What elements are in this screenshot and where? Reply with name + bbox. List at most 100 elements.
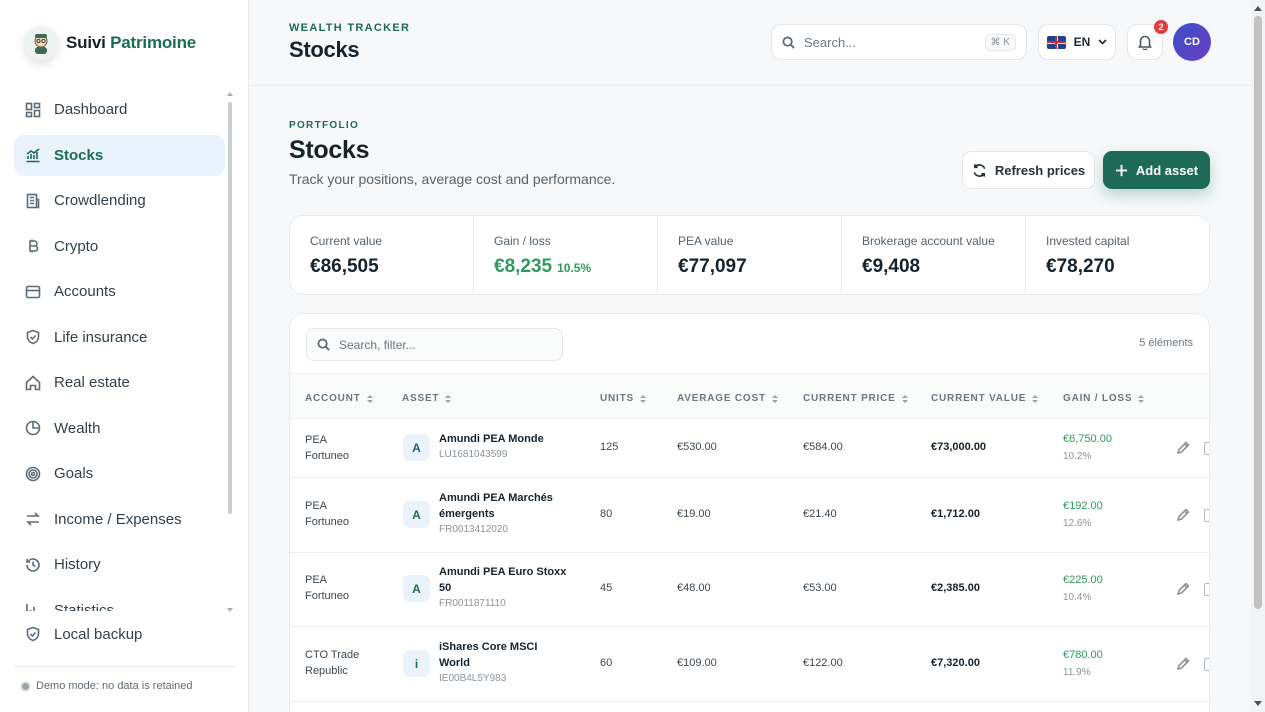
units-cell: 125 [600, 441, 619, 453]
refresh-prices-button[interactable]: Refresh prices [962, 151, 1095, 189]
sidebar-item-income-expenses[interactable]: Income / Expenses [14, 499, 225, 540]
sidebar-item-stocks[interactable]: Stocks [14, 134, 225, 176]
sidebar-item-crowdlending[interactable]: Crowdlending [14, 180, 225, 221]
sidebar-item-life-insurance[interactable]: Life insurance [14, 317, 225, 358]
sidebar-item-real-estate[interactable]: Real estate [14, 362, 225, 403]
edit-row-button[interactable] [1176, 508, 1190, 522]
table-row[interactable]: PEA Fortuneo A Amundi PEA Monde LU16810435… [290, 419, 1209, 478]
stat-label: Current value [310, 234, 383, 248]
avatar[interactable]: CD [1173, 23, 1211, 61]
sidebar-item-dashboard[interactable]: Dashboard [14, 89, 225, 130]
header-eyebrow: WEALTH TRACKER [289, 22, 411, 34]
table-row[interactable]: PEA Fortuneo A Amundi PEA Marchés émergent… [290, 478, 1209, 553]
account-cell: PEA Fortuneo [305, 572, 349, 604]
asset-initial-badge: A [403, 575, 430, 602]
column-header-current-price[interactable]: CURRENT PRICE [803, 393, 908, 404]
units-cell: 80 [600, 508, 613, 520]
stat-value: €78,270 [1046, 256, 1115, 277]
language-code: EN [1073, 35, 1091, 49]
edit-row-button[interactable] [1176, 582, 1190, 596]
bell-icon [1138, 35, 1152, 50]
sidebar-item-crypto[interactable]: Crypto [14, 226, 225, 267]
table-filter-input[interactable]: Search, filter... [306, 328, 563, 361]
search-icon [782, 35, 795, 49]
pencil-icon [1176, 657, 1190, 671]
search-placeholder: Search... [804, 34, 857, 50]
sidebar-item-label: Crowdlending [54, 192, 146, 209]
stat-percent: 10.5% [557, 261, 592, 275]
asset-isin: IE00B4L5Y983 [439, 673, 507, 684]
scroll-down-arrow-icon[interactable] [227, 608, 233, 612]
gain-percent: 12.6% [1063, 518, 1092, 529]
local-backup-button[interactable]: Local backup [14, 613, 225, 654]
stat-label: Invested capital [1046, 234, 1130, 248]
gain-amount: €780.00 [1063, 649, 1103, 661]
brand[interactable]: Suivi Patrimoine [24, 26, 196, 60]
language-selector[interactable]: EN [1038, 24, 1116, 60]
column-header-asset[interactable]: ASSET [402, 393, 452, 404]
account-name: PEA [305, 434, 328, 446]
column-header-units[interactable]: UNITS [600, 393, 646, 404]
account-broker: Republic [305, 665, 348, 677]
gain-cell: €192.00 12.6% [1063, 498, 1103, 532]
table-row[interactable]: CTO Trade Republic i iShares Core MSCI Wor… [290, 627, 1209, 702]
sidebar-item-label: Accounts [54, 283, 116, 300]
asset-cell: iShares Core MSCI World IE00B4L5Y983 [439, 639, 537, 687]
stat-label: PEA value [678, 234, 734, 248]
page-scrollbar[interactable] [1251, 0, 1265, 712]
scroll-up-arrow-icon[interactable] [1254, 6, 1262, 11]
sidebar-item-history[interactable]: History [14, 544, 225, 585]
column-header-account[interactable]: ACCOUNT [305, 393, 373, 404]
dashboard-icon [25, 102, 41, 117]
duplicate-icon[interactable] [1204, 442, 1209, 455]
add-asset-label: Add asset [1135, 162, 1199, 178]
page-eyebrow: PORTFOLIO [289, 120, 360, 131]
asset-name-line2: émergents [439, 508, 495, 520]
table-row[interactable]: PEA Fortuneo A Amundi PEA Euro Stoxx 50 FR0… [290, 553, 1209, 627]
sidebar-item-accounts[interactable]: Accounts [14, 271, 225, 312]
asset-name: Amundi PEA Marchés [439, 492, 553, 504]
stat-value: €9,408 [862, 256, 921, 277]
bar-chart-icon [26, 604, 39, 611]
wallet-icon [25, 285, 41, 298]
shield-check-icon [26, 626, 40, 642]
column-header-gain-loss[interactable]: GAIN / LOSS [1063, 393, 1145, 404]
home-icon [25, 374, 41, 390]
sidebar-item-goals[interactable]: Goals [14, 453, 225, 494]
stat-label: Gain / loss [494, 234, 551, 248]
account-broker: Fortuneo [305, 590, 350, 602]
sidebar-item-label: History [54, 556, 101, 573]
scroll-thumb[interactable] [228, 102, 232, 514]
sidebar-scrollbar[interactable] [227, 92, 233, 612]
sort-icon [445, 394, 452, 403]
column-label: GAIN / LOSS [1063, 393, 1133, 404]
duplicate-icon[interactable] [1204, 509, 1209, 522]
scroll-down-arrow-icon[interactable] [1254, 701, 1262, 706]
sidebar-item-wealth[interactable]: Wealth [14, 408, 225, 449]
account-cell: PEA Fortuneo [305, 432, 349, 464]
scroll-up-arrow-icon[interactable] [227, 92, 233, 96]
history-icon [26, 557, 40, 572]
duplicate-icon[interactable] [1204, 658, 1209, 671]
column-header-current-value[interactable]: CURRENT VALUE [931, 393, 1039, 404]
scroll-thumb[interactable] [1254, 16, 1262, 609]
asset-initial-badge: A [403, 434, 430, 461]
global-search-input[interactable]: Search... ⌘ K [771, 24, 1027, 60]
sidebar-item-statistics[interactable]: Statistics [14, 590, 225, 611]
column-header-average-cost[interactable]: AVERAGE COST [677, 393, 778, 404]
page-title: Stocks [289, 136, 370, 164]
target-icon [25, 466, 41, 481]
item-count: 5 éléments [1139, 337, 1193, 349]
sidebar-item-label: Crypto [54, 237, 99, 255]
edit-row-button[interactable] [1176, 657, 1190, 671]
edit-row-button[interactable] [1176, 441, 1190, 455]
add-asset-button[interactable]: Add asset [1103, 151, 1210, 189]
current-value-cell: €2,385.00 [931, 582, 980, 594]
duplicate-icon[interactable] [1204, 583, 1209, 596]
uk-flag-icon [1046, 35, 1066, 49]
current-value-cell: €7,320.00 [931, 657, 980, 669]
current-price-cell: €53.00 [803, 582, 837, 594]
average-cost-cell: €19.00 [677, 508, 711, 520]
notifications-button[interactable]: 2 [1127, 20, 1168, 60]
holdings-table-card: Search, filter... 5 éléments ACCOUNT ASS… [289, 313, 1210, 712]
